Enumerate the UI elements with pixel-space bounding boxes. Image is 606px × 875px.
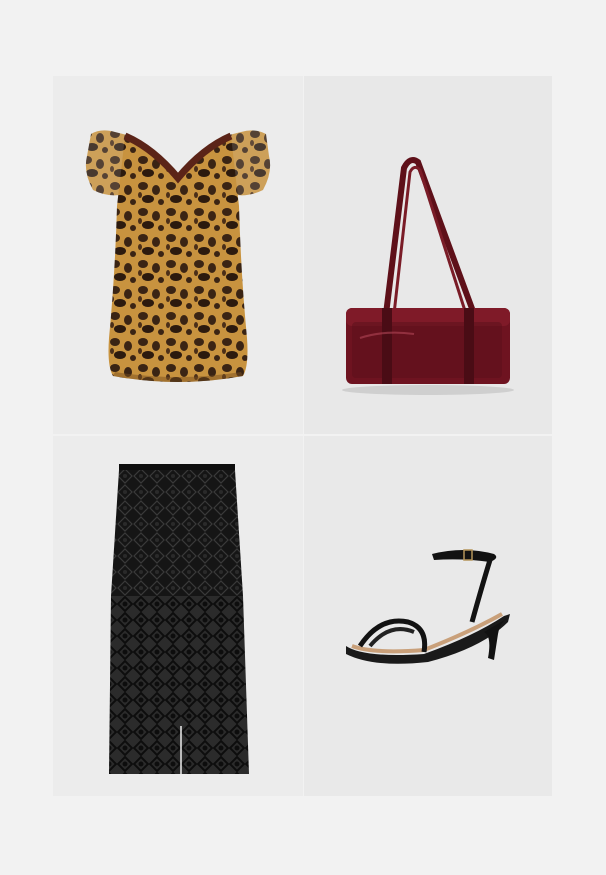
sandal-image xyxy=(346,549,510,664)
sandal-product-tile[interactable] xyxy=(304,436,552,796)
top-product-tile[interactable] xyxy=(53,76,303,434)
handbag-product-tile[interactable] xyxy=(304,76,552,434)
handbag-image xyxy=(342,157,514,395)
skirt-product-tile[interactable] xyxy=(53,436,303,796)
lace-skirt-image xyxy=(109,464,249,774)
leopard-top-image xyxy=(85,130,271,382)
outfit-collage xyxy=(0,0,606,875)
